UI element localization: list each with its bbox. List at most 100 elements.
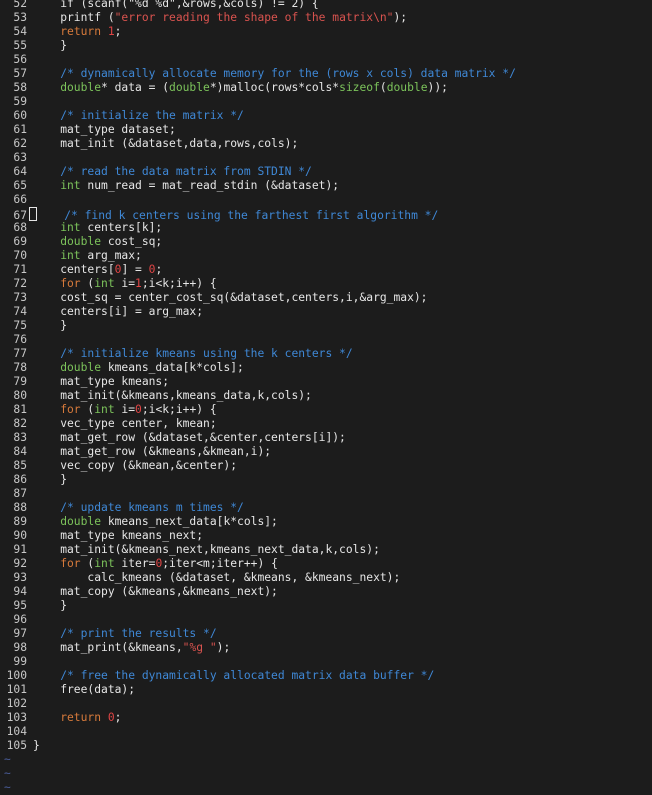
code-line[interactable]: 61 mat_type dataset; <box>0 123 652 137</box>
code-token: mat_type kmeans_next; <box>33 529 204 542</box>
line-number: 65 <box>13 179 27 192</box>
code-line[interactable]: 82 vec_type center, kmean; <box>0 417 652 431</box>
code-token: ); <box>216 641 231 654</box>
code-text: for (int i=0;i<k;i++) { <box>27 403 216 417</box>
code-line[interactable]: 54 return 1; <box>0 25 652 39</box>
code-text: centers[0] = 0; <box>27 263 162 277</box>
code-line[interactable]: 101 free(data); <box>0 683 652 697</box>
code-text: } <box>27 739 40 753</box>
code-token: double <box>33 361 102 374</box>
code-token: "%g " <box>182 641 217 654</box>
code-line[interactable]: 57 /* dynamically allocate memory for th… <box>0 67 652 81</box>
code-line[interactable]: 88 /* update kmeans m times */ <box>0 501 652 515</box>
code-line[interactable]: 89 double kmeans_next_data[k*cols]; <box>0 515 652 529</box>
code-line[interactable]: 96 <box>0 613 652 627</box>
code-text: mat_print(&kmeans,"%g "); <box>27 641 230 655</box>
code-text: mat_type kmeans; <box>27 375 169 389</box>
code-line[interactable]: 92 for (int iter=0;iter<m;iter++) { <box>0 557 652 571</box>
code-token: 0 <box>107 711 115 724</box>
code-line[interactable]: 67 /* find k centers using the farthest … <box>0 207 652 222</box>
line-number: 92 <box>13 557 27 570</box>
code-line[interactable]: 94 mat_copy (&kmeans,&kmeans_next); <box>0 585 652 599</box>
code-token: mat_type kmeans; <box>33 375 170 388</box>
code-token: /* dynamically allocate memory for the (… <box>33 67 516 80</box>
code-text: mat_init(&kmeans_next,kmeans_next_data,k… <box>27 543 380 557</box>
code-line[interactable]: 87 <box>0 487 652 501</box>
code-line[interactable]: 98 mat_print(&kmeans,"%g "); <box>0 641 652 655</box>
code-text: double cost_sq; <box>27 235 162 249</box>
code-line[interactable]: 85 vec_copy (&kmean,&center); <box>0 459 652 473</box>
line-number: 76 <box>13 333 27 346</box>
code-token: ; <box>155 263 163 276</box>
code-line[interactable]: 65 int num_read = mat_read_stdin (&datas… <box>0 179 652 193</box>
code-line[interactable]: 73 cost_sq = center_cost_sq(&dataset,cen… <box>0 291 652 305</box>
code-line[interactable]: 81 for (int i=0;i<k;i++) { <box>0 403 652 417</box>
code-line[interactable]: 104 <box>0 725 652 739</box>
code-line[interactable]: 56 <box>0 53 652 67</box>
code-line[interactable]: 80 mat_init(&kmeans,kmeans_data,k,cols); <box>0 389 652 403</box>
code-text: int centers[k]; <box>27 221 162 235</box>
empty-buffer-line: ~ <box>0 767 652 781</box>
code-line[interactable]: 59 <box>0 95 652 109</box>
code-token: centers[ <box>33 263 115 276</box>
code-line[interactable]: 79 mat_type kmeans; <box>0 375 652 389</box>
empty-buffer-line: ~ <box>0 781 652 795</box>
code-line[interactable]: 76 <box>0 333 652 347</box>
code-text: } <box>27 319 67 333</box>
code-line[interactable]: 69 double cost_sq; <box>0 235 652 249</box>
code-line[interactable]: 86 } <box>0 473 652 487</box>
vim-editor[interactable]: 52 if (scanf("%d %d",&rows,&cols) != 2) … <box>0 0 652 794</box>
code-line[interactable]: 100 /* free the dynamically allocated ma… <box>0 669 652 683</box>
code-token: /* update kmeans m times */ <box>33 501 244 514</box>
code-line[interactable]: 64 /* read the data matrix from STDIN */ <box>0 165 652 179</box>
line-number: 58 <box>13 81 27 94</box>
code-token: mat_type dataset; <box>33 123 176 136</box>
code-token: ( <box>80 557 95 570</box>
code-line[interactable]: 58 double* data = (double*)malloc(rows*c… <box>0 81 652 95</box>
code-token: double <box>33 515 102 528</box>
code-line[interactable]: 91 mat_init(&kmeans_next,kmeans_next_dat… <box>0 543 652 557</box>
line-number: 74 <box>13 305 27 318</box>
code-line[interactable]: 97 /* print the results */ <box>0 627 652 641</box>
code-line[interactable]: 102 <box>0 697 652 711</box>
code-text: mat_init (&dataset,data,rows,cols); <box>27 137 298 151</box>
code-line[interactable]: 83 mat_get_row (&dataset,&center,centers… <box>0 431 652 445</box>
code-line[interactable]: 53 printf ("error reading the shape of t… <box>0 11 652 25</box>
code-line[interactable]: 105} <box>0 739 652 753</box>
code-token: i= <box>114 277 136 290</box>
code-line[interactable]: 95 } <box>0 599 652 613</box>
code-line[interactable]: 78 double kmeans_data[k*cols]; <box>0 361 652 375</box>
code-line[interactable]: 52 if (scanf("%d %d",&rows,&cols) != 2) … <box>0 0 652 11</box>
code-text: return 1; <box>27 25 121 39</box>
code-token: 1 <box>135 277 142 290</box>
line-number: 94 <box>13 585 27 598</box>
code-line[interactable]: 66 <box>0 193 652 207</box>
code-line[interactable]: 84 mat_get_row (&kmeans,&kmean,i); <box>0 445 652 459</box>
code-text: /* dynamically allocate memory for the (… <box>27 67 516 81</box>
code-line[interactable]: 70 int arg_max; <box>0 249 652 263</box>
code-token: centers[i] = arg_max; <box>33 305 204 318</box>
code-token: kmeans_data[k*cols]; <box>101 361 244 374</box>
code-line[interactable]: 77 /* initialize kmeans using the k cent… <box>0 347 652 361</box>
line-number: 70 <box>13 249 27 262</box>
code-line[interactable]: 60 /* initialize the matrix */ <box>0 109 652 123</box>
code-token: ); <box>393 11 408 24</box>
code-line[interactable]: 72 for (int i=1;i<k;i++) { <box>0 277 652 291</box>
tilde-marker: ~ <box>4 781 11 794</box>
code-token: /* print the results */ <box>33 627 217 640</box>
tilde-marker: ~ <box>4 753 11 766</box>
code-token: free(data); <box>33 683 136 696</box>
code-line[interactable]: 90 mat_type kmeans_next; <box>0 529 652 543</box>
code-line[interactable]: 71 centers[0] = 0; <box>0 263 652 277</box>
code-line[interactable]: 103 return 0; <box>0 711 652 725</box>
code-line[interactable]: 68 int centers[k]; <box>0 221 652 235</box>
code-line[interactable]: 75 } <box>0 319 652 333</box>
code-line[interactable]: 55 } <box>0 39 652 53</box>
code-line[interactable]: 99 <box>0 655 652 669</box>
code-line[interactable]: 74 centers[i] = arg_max; <box>0 305 652 319</box>
code-line[interactable]: 63 <box>0 151 652 165</box>
code-line[interactable]: 93 calc_kmeans (&dataset, &kmeans, &kmea… <box>0 571 652 585</box>
code-token: *)malloc(rows*cols* <box>209 81 340 94</box>
code-token: kmeans_next_data[k*cols]; <box>101 515 278 528</box>
code-line[interactable]: 62 mat_init (&dataset,data,rows,cols); <box>0 137 652 151</box>
